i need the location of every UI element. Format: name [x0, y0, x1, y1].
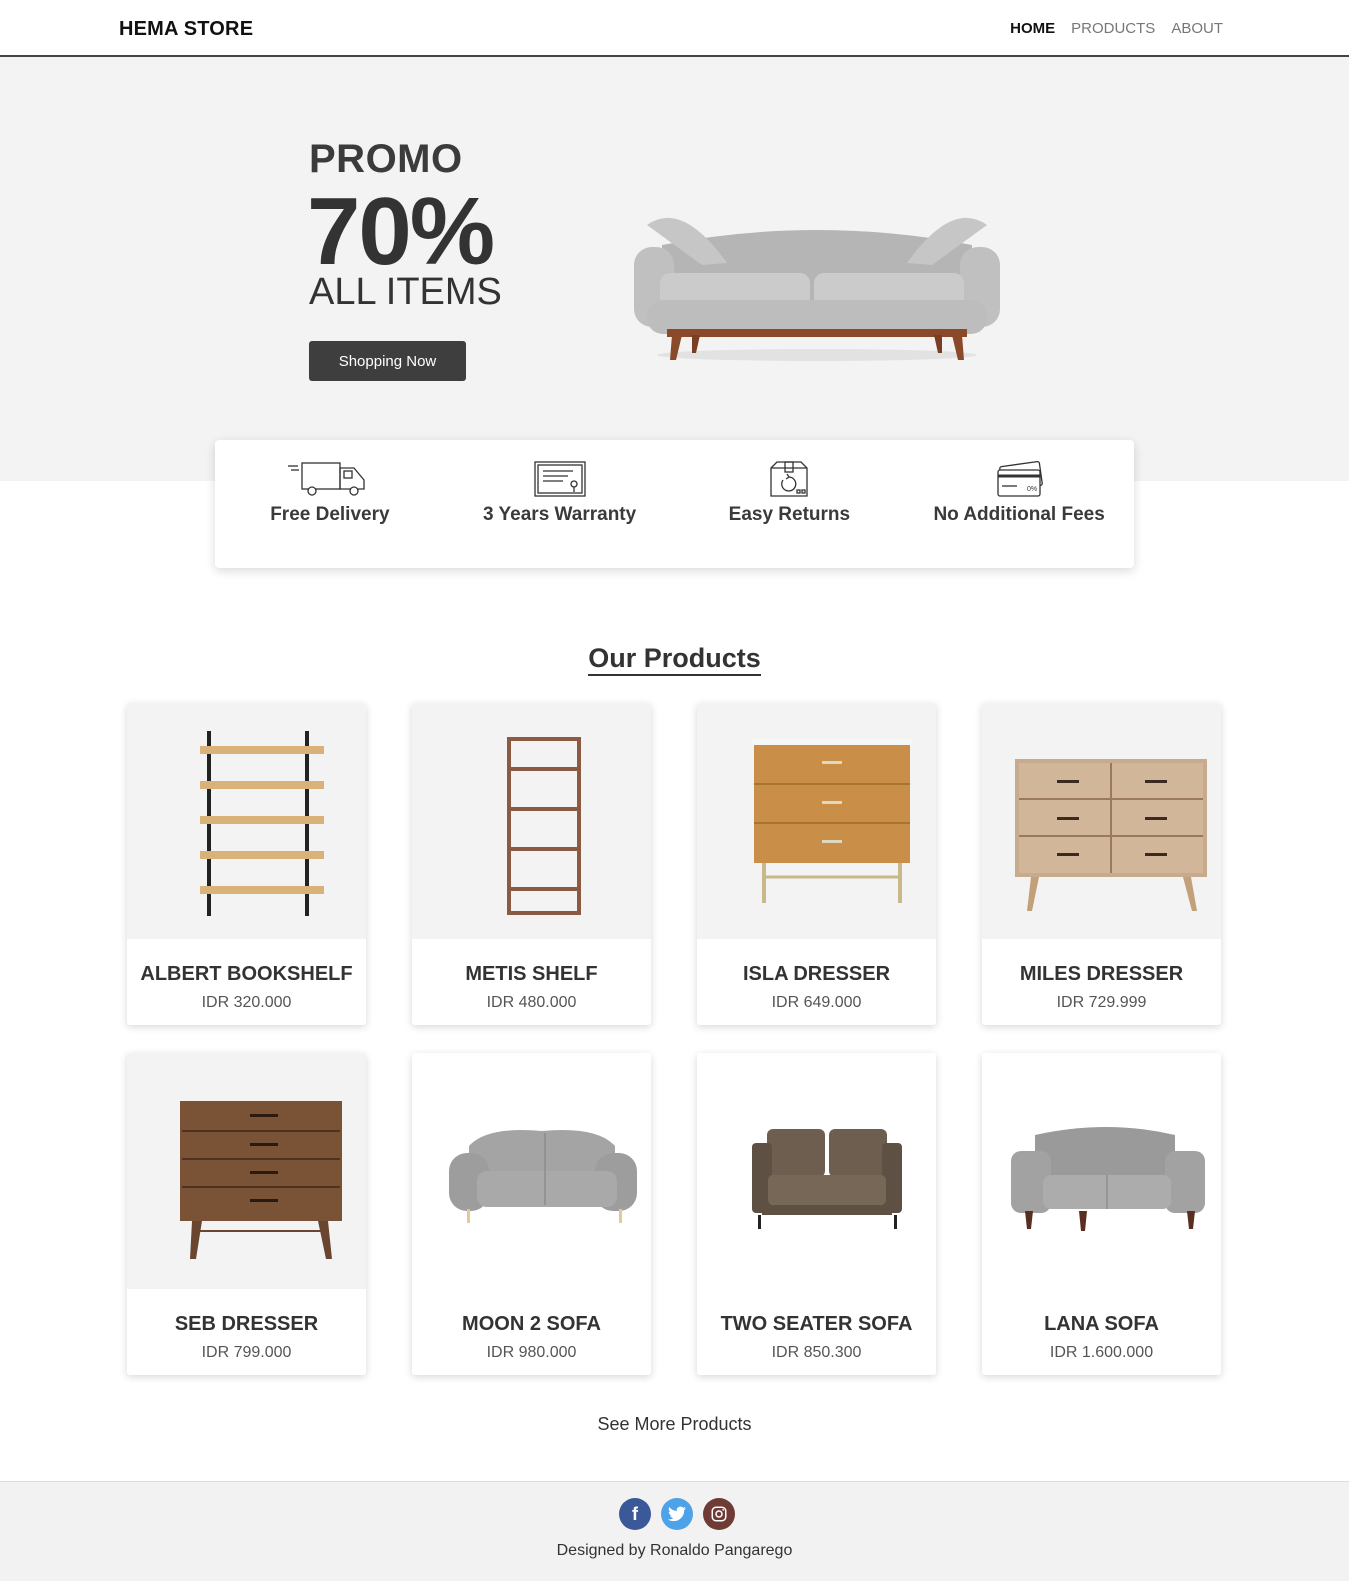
product-card[interactable]: MILES DRESSER IDR 729.999 — [982, 703, 1221, 1025]
instagram-icon[interactable] — [703, 1498, 735, 1530]
top-navbar: HEMA STORE HOME PRODUCTS ABOUT — [0, 0, 1349, 57]
facebook-icon[interactable]: f — [619, 1498, 651, 1530]
product-price: IDR 980.000 — [486, 1344, 577, 1361]
dresser-image — [179, 1101, 342, 1259]
product-price: IDR 649.000 — [771, 994, 862, 1011]
feature-warranty: 3 Years Warranty — [445, 440, 675, 568]
nav-menu: HOME PRODUCTS ABOUT — [1010, 20, 1223, 37]
product-name[interactable]: METIS SHELF — [412, 963, 651, 986]
feature-label: 3 Years Warranty — [483, 504, 637, 525]
footer: f Designed by Ronaldo Pangarego — [0, 1481, 1349, 1581]
nav-link-products[interactable]: PRODUCTS — [1071, 20, 1155, 37]
dresser-image — [1014, 759, 1207, 911]
product-name[interactable]: LANA SOFA — [982, 1313, 1221, 1336]
hero-banner: PROMO 70% ALL ITEMS Shopping Now — [0, 57, 1349, 481]
product-card[interactable]: TWO SEATER SOFA IDR 850.300 — [697, 1053, 936, 1375]
shopping-now-button[interactable]: Shopping Now — [309, 341, 466, 381]
product-card[interactable]: ALBERT BOOKSHELF IDR 320.000 — [127, 703, 366, 1025]
feature-no-fees: 0% No Additional Fees — [904, 440, 1134, 568]
product-name[interactable]: SEB DRESSER — [127, 1313, 366, 1336]
product-image[interactable] — [697, 1053, 936, 1289]
feature-label: No Additional Fees — [933, 504, 1105, 525]
product-name[interactable]: MILES DRESSER — [982, 963, 1221, 986]
product-card[interactable]: MOON 2 SOFA IDR 980.000 — [412, 1053, 651, 1375]
product-image[interactable] — [127, 1053, 366, 1289]
return-box-icon — [770, 461, 809, 497]
feature-easy-returns: Easy Returns — [675, 440, 905, 568]
product-price: IDR 1.600.000 — [1049, 1344, 1154, 1361]
warranty-certificate-icon — [533, 461, 586, 497]
bookshelf-image — [199, 731, 324, 916]
product-price: IDR 799.000 — [201, 1344, 292, 1361]
product-price: IDR 320.000 — [201, 994, 292, 1011]
twitter-icon[interactable] — [661, 1498, 693, 1530]
product-image[interactable] — [127, 703, 366, 939]
footer-credit: Designed by Ronaldo Pangarego — [556, 1542, 793, 1559]
shelf-image — [506, 737, 581, 915]
product-card[interactable]: SEB DRESSER IDR 799.000 — [127, 1053, 366, 1375]
sofa-image — [1010, 1127, 1205, 1231]
feature-label: Easy Returns — [728, 504, 851, 525]
svg-text:0%: 0% — [1027, 486, 1037, 493]
product-price: IDR 729.999 — [1056, 994, 1147, 1011]
promo-subtitle: ALL ITEMS — [309, 271, 502, 313]
promo-label: PROMO — [309, 137, 463, 181]
brand-logo[interactable]: HEMA STORE — [119, 18, 253, 41]
product-name[interactable]: MOON 2 SOFA — [412, 1313, 651, 1336]
nav-link-about[interactable]: ABOUT — [1171, 20, 1223, 37]
credit-card-icon: 0% — [997, 460, 1043, 497]
feature-free-delivery: Free Delivery — [215, 440, 445, 568]
features-bar: Free Delivery 3 Years Warranty Easy Retu… — [215, 440, 1134, 568]
product-name[interactable]: ISLA DRESSER — [697, 963, 936, 986]
sofa-image — [448, 1130, 637, 1223]
nav-link-home[interactable]: HOME — [1010, 20, 1055, 37]
product-image[interactable] — [412, 703, 651, 939]
product-image[interactable] — [697, 703, 936, 939]
product-price: IDR 850.300 — [771, 1344, 862, 1361]
product-card[interactable]: ISLA DRESSER IDR 649.000 — [697, 703, 936, 1025]
product-card[interactable]: LANA SOFA IDR 1.600.000 — [982, 1053, 1221, 1375]
dresser-image — [751, 739, 912, 903]
product-price: IDR 480.000 — [486, 994, 577, 1011]
product-card[interactable]: METIS SHELF IDR 480.000 — [412, 703, 651, 1025]
products-section-title: Our Products — [0, 643, 1349, 677]
sofa-image — [751, 1129, 902, 1229]
product-grid: ALBERT BOOKSHELF IDR 320.000 METIS SHELF… — [127, 703, 1222, 1375]
delivery-truck-icon — [287, 462, 365, 496]
product-name[interactable]: ALBERT BOOKSHELF — [127, 963, 366, 986]
hero-sofa-image — [634, 217, 1000, 361]
product-image[interactable] — [982, 1053, 1221, 1289]
product-image[interactable] — [412, 1053, 651, 1289]
see-more-products-link[interactable]: See More Products — [0, 1414, 1349, 1435]
feature-label: Free Delivery — [270, 504, 390, 525]
product-image[interactable] — [982, 703, 1221, 939]
product-name[interactable]: TWO SEATER SOFA — [697, 1313, 936, 1336]
social-links: f — [619, 1498, 735, 1530]
our-products-heading: Our Products — [588, 643, 761, 677]
